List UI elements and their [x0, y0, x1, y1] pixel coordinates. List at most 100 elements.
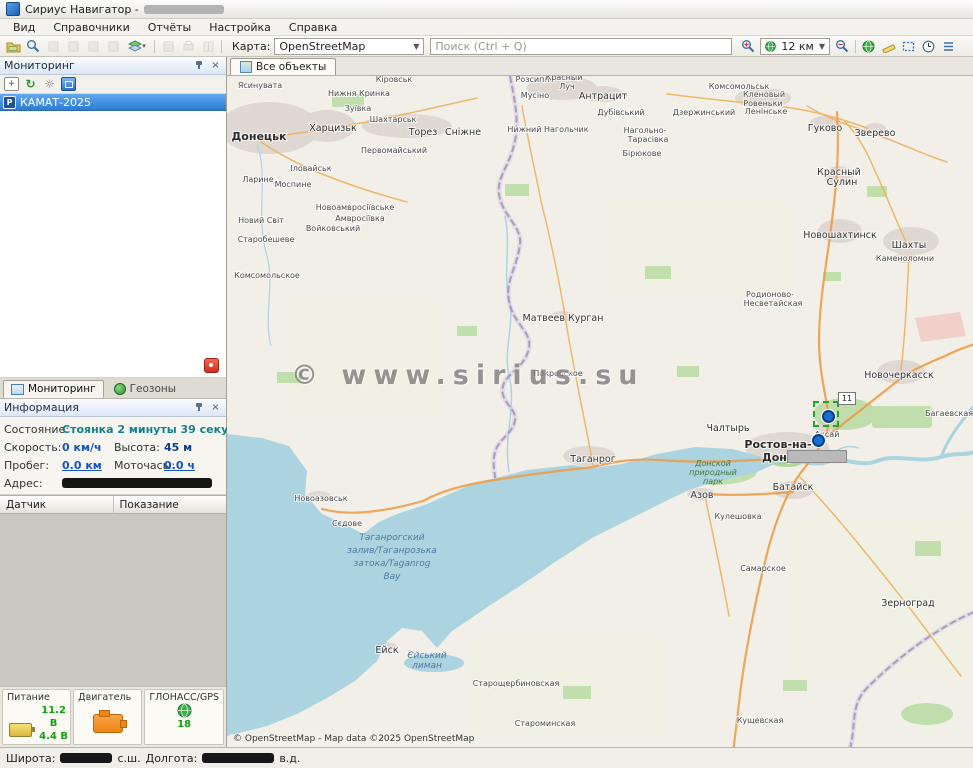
map-place-label: Ларине: [242, 175, 273, 184]
vehicle-row-selected[interactable]: КАМАТ-2025: [0, 94, 226, 111]
map-place-label: Старощербиновская: [473, 679, 560, 688]
events-indicator-icon[interactable]: [204, 358, 219, 373]
info-panel-header: Информация ×: [0, 399, 226, 417]
map-place-label: Новий Світ: [238, 216, 284, 225]
monitor-icon: [11, 384, 24, 395]
map-place-label: Дубівський: [597, 108, 644, 117]
info-panel-title: Информация: [4, 401, 188, 414]
title-bar: Сириус Навигатор -: [0, 0, 973, 19]
map-place-label: Донецьк: [232, 130, 288, 143]
tab-geozones[interactable]: Геозоны: [106, 380, 184, 398]
main-voltage-value: 11.2 В: [37, 704, 70, 730]
close-icon[interactable]: ×: [209, 59, 222, 72]
left-dock-tabs: Мониторинг Геозоны: [0, 378, 226, 399]
monitoring-panel-title: Мониторинг: [4, 59, 188, 72]
map-place-label: Таганрог: [569, 454, 615, 465]
map-place-label: Кленовый: [743, 90, 785, 99]
map-place-label: Сулин: [827, 177, 858, 188]
map-place-label: Сєдове: [332, 519, 362, 528]
expand-all-icon[interactable]: +: [4, 77, 19, 91]
engine-icon: [93, 714, 123, 733]
zoom-in-icon[interactable]: [738, 38, 758, 55]
menu-help[interactable]: Справка: [280, 20, 346, 35]
refresh-icon[interactable]: ↻: [23, 77, 38, 91]
map-tab-bar: Все объекты: [227, 57, 973, 76]
longitude-redacted: [202, 753, 274, 763]
map-vehicle-marker[interactable]: [822, 410, 835, 423]
legend-list-icon[interactable]: [939, 38, 959, 55]
map-place-label: Багаевская: [925, 409, 973, 418]
mileage-value[interactable]: 0.0 км: [62, 459, 114, 472]
tab-all-objects[interactable]: Все объекты: [230, 58, 336, 75]
map-place-label: Зуївка: [345, 104, 372, 113]
close-icon[interactable]: ×: [209, 401, 222, 414]
geozone-globe-icon: [114, 383, 126, 395]
gnss-globe-icon: [177, 703, 192, 718]
address-label: Адрес:: [4, 477, 62, 490]
menu-settings[interactable]: Настройка: [200, 20, 280, 35]
pin-icon[interactable]: [192, 59, 205, 72]
speed-label: Скорость:: [4, 441, 62, 454]
map-place-label: Войковський: [306, 224, 360, 233]
globe-icon[interactable]: [859, 38, 879, 55]
sensor-column-header[interactable]: Датчик: [0, 496, 114, 513]
open-map-icon[interactable]: [3, 38, 23, 55]
map-place-label: Каменоломни: [876, 254, 934, 263]
info-fields: Состояние: Стоянка 2 минуты 39 секунд Ск…: [0, 417, 226, 495]
map-place-label: Новочеркасск: [864, 370, 934, 381]
measure-ruler-icon[interactable]: [879, 38, 899, 55]
menu-reports[interactable]: Отчёты: [139, 20, 200, 35]
map-place-label: Гуково: [808, 123, 843, 134]
map-place-label: Кущевская: [737, 716, 784, 725]
map-place-label: Чалтырь: [706, 423, 749, 434]
backup-voltage-value: 4.4 В: [37, 730, 70, 743]
sensor-table-body[interactable]: [0, 514, 226, 686]
find-object-icon[interactable]: [23, 38, 43, 55]
route-tool-icon-2: [63, 38, 83, 55]
map-provider-select[interactable]: OpenStreetMap ▼: [274, 38, 424, 55]
reading-column-header[interactable]: Показание: [114, 496, 227, 513]
state-value: Стоянка 2 минуты 39 секунд: [62, 423, 245, 436]
satellite-count: 18: [177, 718, 191, 731]
search-input[interactable]: [430, 38, 732, 55]
chevron-down-icon: ▼: [413, 42, 419, 51]
settings-gear-icon[interactable]: ☼: [42, 77, 57, 91]
layers-visibility-icon[interactable]: ▾: [123, 38, 151, 55]
tab-monitoring[interactable]: Мониторинг: [3, 380, 104, 398]
state-label: Состояние:: [4, 423, 62, 436]
map-place-label: Сніжне: [445, 127, 481, 138]
toolbar-separator: [221, 40, 222, 53]
map-place-label: Ейск: [375, 645, 398, 656]
map-place-label: Несветайская: [744, 299, 803, 308]
menu-directories[interactable]: Справочники: [44, 20, 138, 35]
satellite-icon[interactable]: [61, 77, 76, 91]
engine-hours-value[interactable]: 0.0 ч: [164, 459, 195, 472]
pin-icon[interactable]: [192, 401, 205, 414]
map-place-label: Таганрогский: [359, 533, 424, 543]
map-place-label: Єйський: [407, 651, 447, 661]
select-area-icon[interactable]: [899, 38, 919, 55]
map-place-label: Амвросіївка: [335, 214, 385, 223]
history-clock-icon[interactable]: [919, 38, 939, 55]
vehicle-tree-area[interactable]: [0, 111, 226, 378]
map-scale-select[interactable]: 12 км ▼: [760, 38, 830, 55]
map-place-label: Новоазовськ: [294, 494, 347, 503]
menu-view[interactable]: Вид: [4, 20, 44, 35]
app-icon: [6, 2, 20, 16]
map-place-label: Нагольно-: [624, 126, 667, 135]
map-scale-value: 12 км: [781, 40, 813, 53]
zoom-out-icon[interactable]: [832, 38, 852, 55]
engine-hours-label: Моточасы:: [114, 459, 164, 472]
map-place-label: Самарское: [740, 564, 786, 573]
menu-bar: Вид Справочники Отчёты Настройка Справка: [0, 19, 973, 36]
map-place-label: Кулешовка: [714, 512, 761, 521]
map-select-label: Карта:: [232, 40, 270, 53]
address-redacted: [62, 478, 212, 488]
left-dock-panel: Мониторинг × + ↻ ☼ КАМАТ-2025 Монитори: [0, 57, 227, 747]
map-place-label: Моспине: [275, 180, 312, 189]
window-title: Сириус Навигатор -: [25, 3, 139, 16]
map-canvas[interactable]: ЯсинуватаКіровськРозсипнеКрасныйЛучНижня…: [227, 76, 973, 747]
map-vehicle-marker[interactable]: [812, 434, 825, 447]
latitude-label: Широта:: [6, 752, 55, 765]
map-place-label: Комсомольское: [234, 271, 300, 280]
